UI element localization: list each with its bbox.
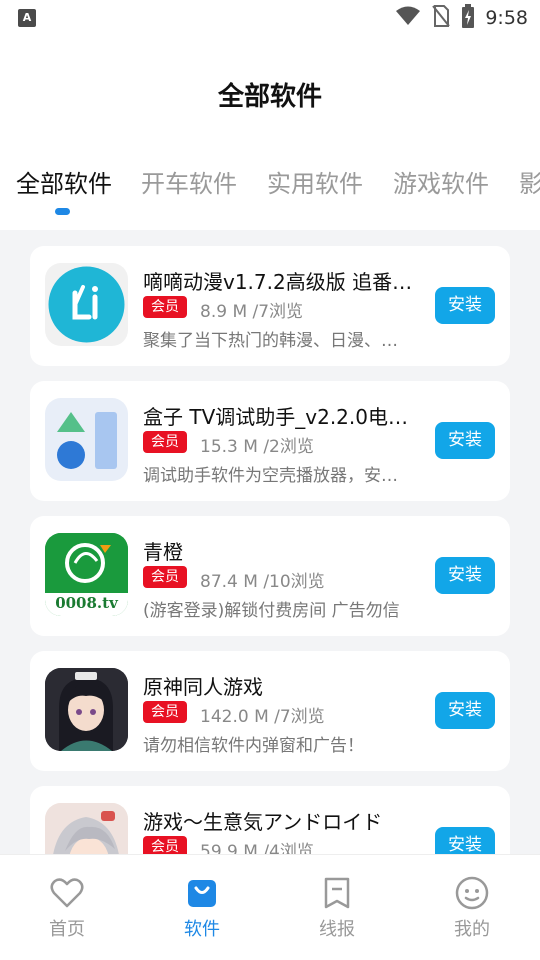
app-list: 嘀嘀动漫v1.7.2高级版 追番神器 会员 8.9 M /7浏览 聚集了当下热门… [0,230,540,854]
vip-badge: 会员 [143,431,187,453]
vip-badge: 会员 [143,566,187,588]
nav-software[interactable]: 软件 [157,875,247,941]
app-description: (游客登录)解锁付费房间 广告勿信 [143,601,400,621]
tab-utility-software[interactable]: 实用软件 [267,164,363,199]
app-name: 青橙 [143,540,183,564]
nav-news[interactable]: 线报 [292,875,382,941]
vip-badge: 会员 [143,701,187,723]
status-icons: 9:58 [395,4,528,32]
nav-home[interactable]: 首页 [22,875,112,941]
install-button[interactable]: 安装 [435,692,495,729]
app-card[interactable]: 游戏～生意気アンドロイド 会员 59.9 M /4浏览 安装 [30,786,510,854]
bookmark-icon [319,875,355,911]
app-card[interactable]: 嘀嘀动漫v1.7.2高级版 追番神器 会员 8.9 M /7浏览 聚集了当下热门… [30,246,510,366]
app-name: 盒子 TV调试助手_v2.2.0电视版 [143,405,425,429]
vip-badge: 会员 [143,836,187,854]
bag-icon [184,875,220,911]
app-meta: 8.9 M /7浏览 [200,302,304,322]
app-meta: 87.4 M /10浏览 [200,572,325,592]
app-meta: 15.3 M /2浏览 [200,437,314,457]
app-description: 请勿相信软件内弹窗和广告！ [143,736,364,756]
nav-label: 首页 [49,919,85,940]
nav-label: 线报 [319,919,355,940]
tab-all-software[interactable]: 全部软件 [16,164,112,199]
app-description: 调试助手软件为空壳播放器，安装后使用 [143,466,413,486]
status-app-badge: A [18,9,36,27]
genshin-fan-game-icon [45,668,128,751]
tab-video-software[interactable]: 影 [519,164,540,199]
install-button[interactable]: 安装 [435,827,495,854]
nav-label: 我的 [454,919,490,940]
smiley-icon [454,875,490,911]
app-name: 嘀嘀动漫v1.7.2高级版 追番神器 [143,270,425,294]
nav-label: 软件 [184,919,220,940]
qingcheng-icon: 0008.tv [45,533,128,616]
tab-driving-software[interactable]: 开车软件 [141,164,237,199]
anime-girl-game-icon [45,803,128,854]
heart-icon [49,875,85,911]
app-meta: 142.0 M /7浏览 [200,707,325,727]
page-title: 全部软件 [217,82,322,112]
didi-dongman-icon [45,263,128,346]
tab-game-software[interactable]: 游戏软件 [393,164,489,199]
title-bar: 全部软件 [0,36,540,156]
app-description: 聚集了当下热门的韩漫、日漫、国漫 [143,331,413,351]
install-button[interactable]: 安装 [435,287,495,324]
install-button[interactable]: 安装 [435,422,495,459]
battery-charging-icon [461,4,475,32]
app-card[interactable]: 盒子 TV调试助手_v2.2.0电视版 会员 15.3 M /2浏览 调试助手软… [30,381,510,501]
install-button[interactable]: 安装 [435,557,495,594]
tv-debug-icon [45,398,128,481]
app-meta: 59.9 M /4浏览 [200,842,314,854]
status-time: 9:58 [485,7,528,29]
category-tabs: 全部软件 开车软件 实用软件 游戏软件 影 [0,156,540,230]
status-bar: A 9:58 [0,0,540,36]
vip-badge: 会员 [143,296,187,318]
qingcheng-icon-text: 0008.tv [55,594,118,612]
app-card[interactable]: 原神同人游戏 会员 142.0 M /7浏览 请勿相信软件内弹窗和广告！ 安装 [30,651,510,771]
bottom-navigation: 首页 软件 线报 我的 [0,854,540,960]
wifi-icon [395,5,421,31]
no-sim-icon [431,4,451,32]
nav-mine[interactable]: 我的 [427,875,517,941]
app-card[interactable]: 0008.tv 青橙 会员 87.4 M /10浏览 (游客登录)解锁付费房间 … [30,516,510,636]
tab-active-indicator [55,208,70,215]
app-name: 游戏～生意気アンドロイド [143,810,383,834]
app-name: 原神同人游戏 [143,675,263,699]
